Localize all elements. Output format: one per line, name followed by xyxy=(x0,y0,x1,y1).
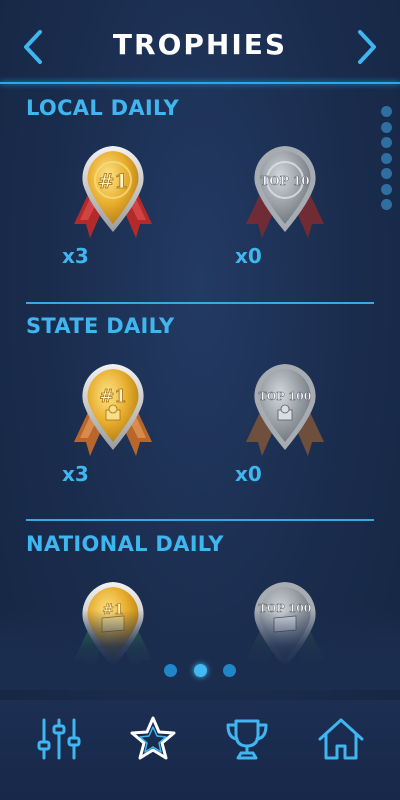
star-icon[interactable] xyxy=(128,714,178,764)
svg-text:#1: #1 xyxy=(98,169,129,193)
section-title-local-daily: LOCAL DAILY xyxy=(26,96,179,120)
scroll-dot xyxy=(381,183,392,195)
sliders-icon[interactable] xyxy=(34,714,84,764)
trophy-count: x3 xyxy=(62,244,89,268)
trophy-count: x3 xyxy=(62,462,89,486)
svg-text:#1: #1 xyxy=(99,386,127,407)
gold-medal-icon[interactable]: #1 xyxy=(68,140,158,250)
page-dot[interactable] xyxy=(164,664,178,677)
scroll-dot xyxy=(381,152,392,164)
scroll-dot xyxy=(381,199,392,210)
page-dot-active[interactable] xyxy=(193,664,207,677)
page-indicator xyxy=(0,664,400,682)
section-divider xyxy=(26,302,374,304)
header-divider xyxy=(0,82,400,84)
page-title: TROPHIES xyxy=(112,28,288,61)
svg-text:TOP 10: TOP 10 xyxy=(260,174,309,188)
section-divider xyxy=(26,519,374,521)
trophy-icon[interactable] xyxy=(222,714,272,764)
page-dot[interactable] xyxy=(222,664,236,677)
gold-medal-icon[interactable]: #1 xyxy=(68,358,158,468)
bottom-nav xyxy=(0,700,400,800)
section-title-national-daily: NATIONAL DAILY xyxy=(26,532,224,556)
trophy-count: x0 xyxy=(235,462,262,486)
section-title-state-daily: STATE DAILY xyxy=(26,314,175,338)
trophy-count: x0 xyxy=(235,244,262,268)
home-icon[interactable] xyxy=(316,714,366,764)
scroll-dot xyxy=(381,137,392,148)
silver-medal-icon[interactable]: TOP 100 xyxy=(240,358,330,468)
scroll-dot xyxy=(381,106,392,117)
chevron-right-icon[interactable] xyxy=(352,28,382,66)
scroll-indicator[interactable] xyxy=(381,106,393,215)
header: TROPHIES xyxy=(0,0,400,84)
scroll-dot xyxy=(381,168,392,179)
svg-text:TOP 100: TOP 100 xyxy=(259,390,312,403)
silver-medal-icon[interactable]: TOP 10 xyxy=(240,140,330,250)
scroll-dot xyxy=(381,121,392,133)
